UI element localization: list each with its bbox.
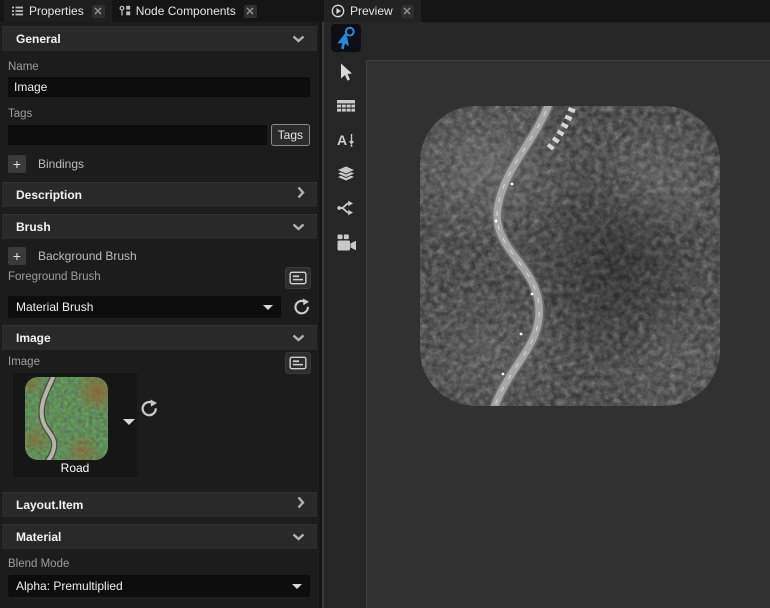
connections-tool-button[interactable] bbox=[331, 194, 361, 222]
select-tool-button[interactable] bbox=[331, 58, 361, 86]
video-camera-icon bbox=[336, 233, 357, 252]
background-brush-label: Background Brush bbox=[38, 249, 137, 263]
reset-icon bbox=[292, 298, 311, 317]
image-thumbnail-name: Road bbox=[13, 461, 137, 475]
section-layout-item-title: Layout.Item bbox=[16, 498, 83, 512]
reset-image-button[interactable] bbox=[138, 398, 160, 420]
name-input[interactable] bbox=[8, 77, 310, 97]
image-thumbnail-dropdown[interactable]: Road bbox=[13, 373, 137, 477]
chevron-down-icon bbox=[292, 218, 305, 236]
section-brush-title: Brush bbox=[16, 220, 51, 234]
image-field-label: Image bbox=[8, 356, 40, 368]
branch-arrows-icon bbox=[336, 198, 356, 218]
top-tab-bar: Properties Node Components Pre bbox=[0, 0, 770, 22]
image-thumbnail[interactable] bbox=[25, 377, 108, 460]
grid-table-icon bbox=[336, 99, 356, 114]
section-brush[interactable]: Brush bbox=[2, 214, 317, 239]
reset-icon bbox=[139, 399, 159, 419]
dropdown-caret-icon bbox=[123, 419, 135, 425]
grid-tool-button[interactable] bbox=[331, 92, 361, 120]
play-circle-icon bbox=[331, 4, 345, 18]
chevron-right-icon bbox=[297, 496, 305, 514]
open-editor-button[interactable] bbox=[285, 352, 311, 374]
reset-foreground-brush-button[interactable] bbox=[290, 296, 312, 318]
section-general-title: General bbox=[16, 32, 61, 46]
select-cursor-icon bbox=[336, 62, 356, 82]
chevron-down-icon bbox=[292, 30, 305, 48]
close-icon[interactable] bbox=[92, 5, 105, 18]
foreground-brush-select[interactable]: Material Brush bbox=[8, 296, 281, 318]
preview-panel: A bbox=[322, 22, 770, 608]
node-components-icon bbox=[119, 5, 131, 17]
bindings-label: Bindings bbox=[38, 157, 84, 171]
interact-cursor-icon bbox=[334, 26, 358, 50]
tab-node-components[interactable]: Node Components bbox=[112, 0, 264, 22]
layers-tool-button[interactable] bbox=[331, 160, 361, 188]
camera-tool-button[interactable] bbox=[331, 228, 361, 256]
tab-preview[interactable]: Preview bbox=[324, 0, 421, 22]
tags-button[interactable]: Tags bbox=[271, 124, 310, 146]
blend-mode-value: Alpha: Premultiplied bbox=[16, 579, 123, 593]
section-image[interactable]: Image bbox=[2, 325, 317, 350]
plus-icon: + bbox=[13, 248, 21, 264]
preview-toolbar: A bbox=[331, 24, 361, 256]
dropdown-caret-icon bbox=[292, 584, 302, 589]
tab-node-components-label: Node Components bbox=[136, 4, 236, 18]
layers-icon bbox=[336, 165, 356, 184]
chevron-down-icon bbox=[292, 329, 305, 347]
properties-panel: General Name Tags Tags + Bindings Descri… bbox=[0, 22, 319, 608]
tab-preview-label: Preview bbox=[350, 4, 393, 18]
section-material[interactable]: Material bbox=[2, 524, 317, 549]
section-general[interactable]: General bbox=[2, 26, 317, 51]
preview-image-node[interactable] bbox=[420, 106, 720, 406]
section-description[interactable]: Description bbox=[2, 182, 317, 207]
interact-tool-button[interactable] bbox=[331, 24, 361, 52]
plus-icon: + bbox=[13, 156, 21, 172]
chevron-down-icon bbox=[292, 528, 305, 546]
text-baseline-arrow-icon bbox=[348, 133, 355, 147]
name-field-label: Name bbox=[8, 61, 310, 73]
text-tool-button[interactable]: A bbox=[331, 126, 361, 154]
tags-field-label: Tags bbox=[8, 108, 310, 120]
section-description-title: Description bbox=[16, 188, 82, 202]
open-editor-button[interactable] bbox=[285, 267, 311, 289]
editor-window-icon bbox=[289, 356, 307, 370]
close-icon[interactable] bbox=[244, 5, 257, 18]
foreground-brush-value: Material Brush bbox=[16, 300, 93, 314]
application-window: Properties Node Components Pre bbox=[0, 0, 770, 608]
foreground-brush-label: Foreground Brush bbox=[8, 271, 101, 283]
add-background-brush-button[interactable]: + bbox=[8, 247, 26, 265]
editor-window-icon bbox=[289, 271, 307, 285]
chevron-right-icon bbox=[297, 186, 305, 204]
section-layout-item[interactable]: Layout.Item bbox=[2, 492, 317, 517]
tab-properties-label: Properties bbox=[29, 4, 84, 18]
section-material-title: Material bbox=[16, 530, 61, 544]
add-binding-button[interactable]: + bbox=[8, 155, 26, 173]
preview-canvas[interactable] bbox=[366, 60, 770, 608]
close-icon[interactable] bbox=[401, 5, 414, 18]
blend-mode-select[interactable]: Alpha: Premultiplied bbox=[8, 575, 310, 597]
tab-properties[interactable]: Properties bbox=[4, 0, 112, 22]
text-tool-icon: A bbox=[337, 133, 347, 147]
tags-input[interactable] bbox=[8, 125, 267, 145]
dropdown-caret-icon bbox=[263, 305, 273, 310]
properties-list-icon bbox=[11, 5, 24, 17]
section-image-title: Image bbox=[16, 331, 51, 345]
blend-mode-label: Blend Mode bbox=[8, 558, 310, 570]
